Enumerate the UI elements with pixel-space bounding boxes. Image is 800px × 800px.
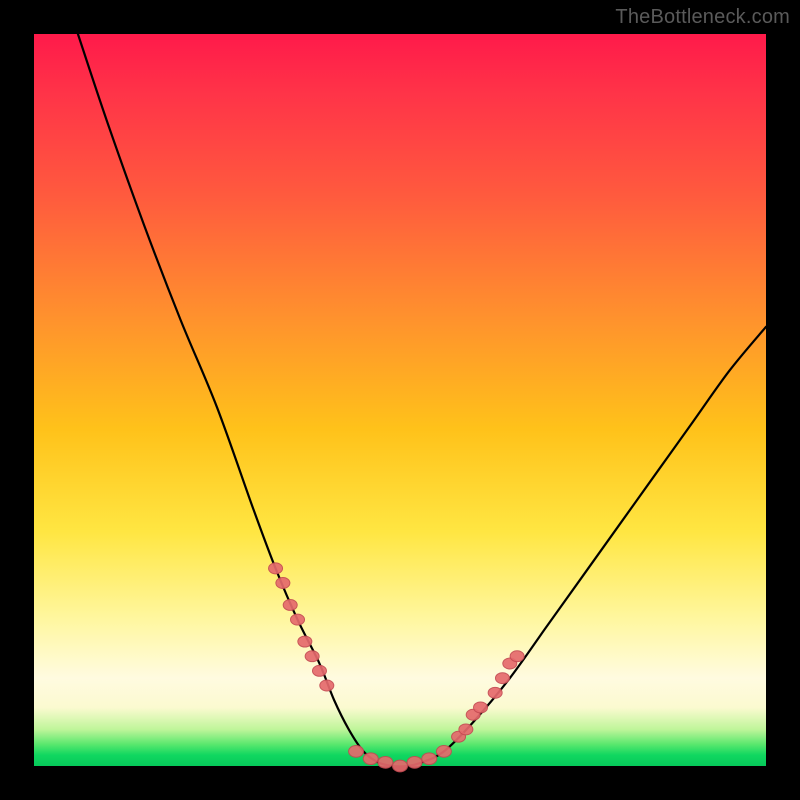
- curve-marker: [312, 665, 326, 676]
- curve-marker: [393, 760, 408, 772]
- curve-marker: [436, 746, 451, 758]
- bottleneck-curve-path: [78, 34, 766, 766]
- curve-marker: [495, 673, 509, 684]
- curve-marker: [298, 636, 312, 647]
- bottleneck-curve: [78, 34, 766, 766]
- curve-marker: [363, 753, 378, 765]
- curve-marker: [422, 753, 437, 765]
- curve-marker: [378, 756, 393, 768]
- curve-marker: [320, 680, 334, 691]
- watermark-text: TheBottleneck.com: [615, 6, 790, 29]
- curve-marker: [349, 746, 364, 758]
- curve-marker: [283, 600, 297, 611]
- curve-marker: [488, 687, 502, 698]
- plot-area: [34, 34, 766, 766]
- curve-marker: [305, 651, 319, 662]
- curve-marker: [459, 724, 473, 735]
- curve-marker: [407, 756, 422, 768]
- chart-frame: TheBottleneck.com: [0, 0, 800, 800]
- curve-marker: [269, 563, 283, 574]
- curve-marker: [510, 651, 524, 662]
- curve-marker: [291, 614, 305, 625]
- curve-marker: [276, 578, 290, 589]
- curve-layer: [34, 34, 766, 766]
- curve-marker: [474, 702, 488, 713]
- highlighted-points: [269, 563, 525, 772]
